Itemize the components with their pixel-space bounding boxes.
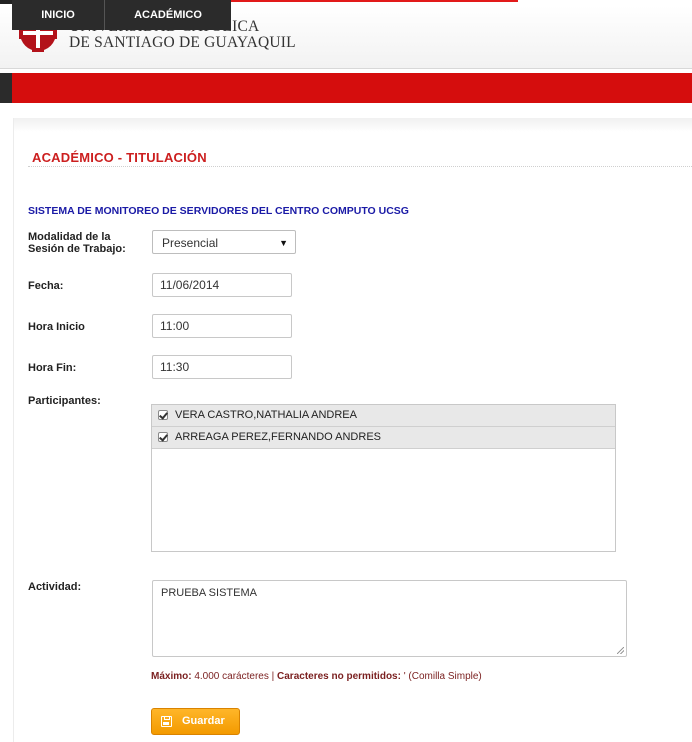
- participants-list[interactable]: VERA CASTRO,NATHALIA ANDREA ARREAGA PERE…: [151, 404, 616, 552]
- hint-separator: |: [271, 671, 275, 682]
- modalidad-label-line1: Modalidad de la: [28, 231, 111, 243]
- participant-name: VERA CASTRO,NATHALIA ANDREA: [175, 409, 357, 421]
- section-title: ACADÉMICO - TITULACIÓN: [32, 150, 207, 165]
- actividad-textarea[interactable]: PRUEBA SISTEMA: [152, 580, 627, 657]
- participant-name: ARREAGA PEREZ,FERNANDO ANDRES: [175, 431, 381, 443]
- forbidden-value: ' (Comilla Simple): [403, 671, 482, 682]
- university-name-line2: DE SANTIAGO DE GUAYAQUIL: [69, 34, 296, 51]
- save-button[interactable]: Guardar: [151, 708, 240, 735]
- character-limit-hint: Máximo: 4.000 carácteres | Caracteres no…: [151, 671, 482, 682]
- save-button-label: Guardar: [182, 715, 225, 727]
- main-navbar: [0, 73, 692, 103]
- actividad-text: PRUEBA SISTEMA: [161, 587, 257, 599]
- navbar-left-edge: [0, 73, 12, 103]
- participant-checkbox[interactable]: [158, 432, 168, 442]
- modalidad-selected-value: Presencial: [162, 236, 219, 250]
- floppy-disk-icon: [161, 716, 172, 727]
- modalidad-label-line2: Sesión de Trabajo:: [28, 243, 126, 255]
- forbidden-label: Caracteres no permitidos:: [277, 671, 401, 682]
- actividad-label: Actividad:: [28, 581, 82, 593]
- chevron-down-icon: ▼: [279, 238, 288, 248]
- max-label: Máximo:: [151, 671, 192, 682]
- system-title: SISTEMA DE MONITOREO DE SERVIDORES DEL C…: [28, 205, 409, 217]
- fecha-input[interactable]: 11/06/2014: [152, 273, 292, 297]
- list-item[interactable]: VERA CASTRO,NATHALIA ANDREA: [152, 405, 615, 427]
- section-divider: [28, 166, 692, 167]
- modalidad-label: Modalidad de la Sesión de Trabajo:: [28, 231, 126, 255]
- hora-inicio-label: Hora Inicio: [28, 321, 85, 333]
- resize-grip-icon[interactable]: [617, 647, 624, 654]
- modalidad-select[interactable]: Presencial ▼: [152, 230, 296, 254]
- list-item[interactable]: ARREAGA PEREZ,FERNANDO ANDRES: [152, 427, 615, 449]
- nav-item-inicio[interactable]: INICIO: [12, 0, 104, 30]
- hora-fin-input[interactable]: 11:30: [152, 355, 292, 379]
- hora-fin-label: Hora Fin:: [28, 362, 77, 374]
- hora-inicio-input[interactable]: 11:00: [152, 314, 292, 338]
- participant-checkbox[interactable]: [158, 410, 168, 420]
- nav-item-academico[interactable]: ACADÉMICO: [105, 0, 231, 30]
- fecha-label: Fecha:: [28, 280, 64, 292]
- max-value: 4.000 carácteres: [194, 671, 269, 682]
- participantes-label: Participantes:: [28, 395, 101, 407]
